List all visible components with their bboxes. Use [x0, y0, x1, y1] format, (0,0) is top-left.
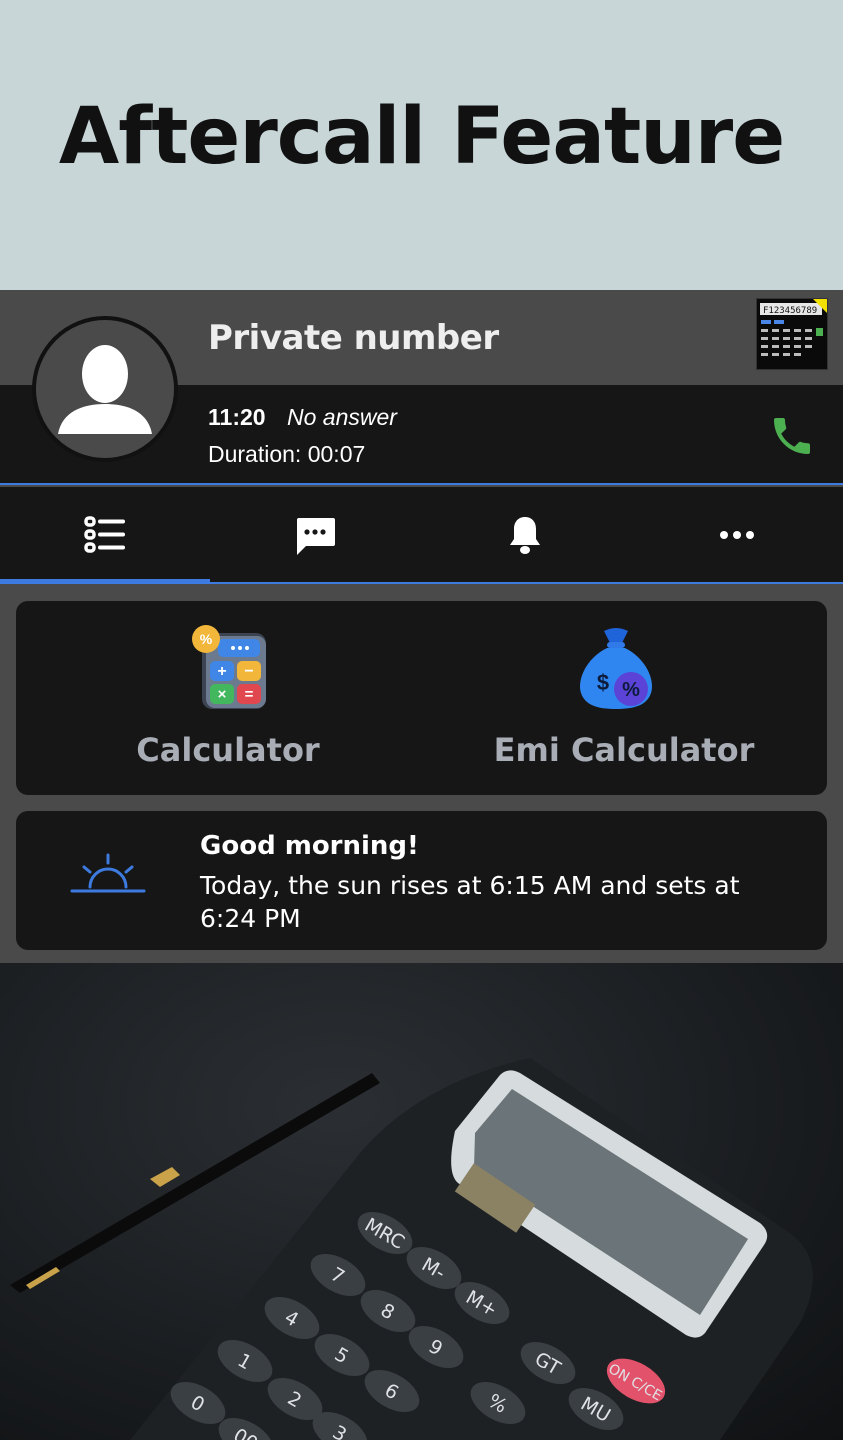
- emi-calculator-label: Emi Calculator: [493, 731, 755, 769]
- svg-text:$: $: [597, 670, 609, 695]
- calculator-app-icon[interactable]: F123456789: [756, 298, 828, 370]
- emi-calculator-button[interactable]: $ % Emi Calculator: [421, 601, 827, 795]
- sunrise-icon: [70, 853, 146, 893]
- list-icon: [84, 515, 125, 553]
- svg-text:−: −: [244, 663, 253, 680]
- caller-avatar: [32, 316, 178, 462]
- bell-icon: [510, 516, 540, 554]
- call-back-button[interactable]: [768, 412, 816, 460]
- calculator-label: Calculator: [136, 731, 320, 769]
- more-icon: [720, 530, 754, 539]
- person-icon: [39, 322, 171, 454]
- calculator-body: [130, 1058, 813, 1440]
- message-icon: [297, 517, 335, 555]
- call-duration: Duration: 00:07: [208, 441, 366, 467]
- hero-title: Aftercall Feature: [58, 92, 785, 182]
- tools-card: + − × = % Calculator $ % Emi Calculator: [16, 601, 827, 795]
- hero-banner: Aftercall Feature: [0, 0, 843, 290]
- svg-text:+: +: [217, 663, 226, 680]
- money-bag-icon: $ %: [580, 628, 652, 709]
- svg-text:×: ×: [218, 686, 227, 703]
- greeting-title: Good morning!: [200, 831, 419, 861]
- greeting-text: Today, the sun rises at 6:15 AM and sets…: [200, 871, 740, 933]
- svg-text:%: %: [622, 679, 640, 701]
- active-tab-indicator: [0, 579, 210, 584]
- tab-summary[interactable]: [0, 487, 210, 584]
- tab-reminders[interactable]: [420, 487, 630, 582]
- tab-messages[interactable]: [210, 487, 420, 582]
- tab-more[interactable]: [632, 487, 842, 582]
- svg-text:F123456789: F123456789: [763, 306, 817, 316]
- caller-name: Private number: [208, 318, 499, 358]
- calculator-icon: + − × = %: [192, 625, 266, 709]
- greeting-card: Good morning! Today, the sun rises at 6:…: [16, 811, 827, 950]
- tab-bar: [0, 487, 843, 584]
- call-status: No answer: [287, 404, 397, 430]
- calculator-photo: MRC M- M+ 7 8 9 4 5 6 1 2 3 0 00 GT % ON…: [0, 963, 843, 1440]
- calculator-button[interactable]: + − × = % Calculator: [16, 601, 440, 795]
- phone-icon: [774, 418, 810, 454]
- calculator-illustration: MRC M- M+ 7 8 9 4 5 6 1 2 3 0 00 GT % ON…: [10, 1058, 813, 1440]
- aftercall-screen: Private number F123456789 11:20 No answe…: [0, 290, 843, 963]
- svg-text:%: %: [200, 631, 213, 647]
- call-time: 11:20: [208, 404, 266, 430]
- svg-text:=: =: [245, 686, 254, 703]
